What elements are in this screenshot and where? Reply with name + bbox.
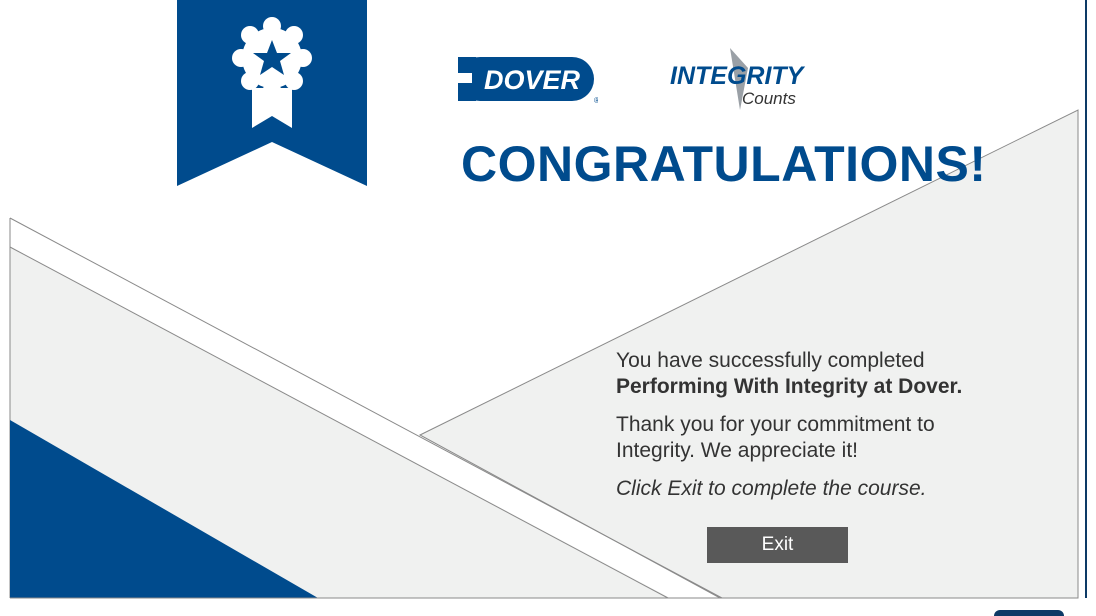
- integrity-counts-logo: INTEGRITY Counts: [670, 48, 806, 110]
- bottom-edge-tab: [994, 610, 1064, 616]
- svg-text:Counts: Counts: [742, 89, 796, 108]
- completion-screen: DOVER ® INTEGRITY Counts CONGRATULATIONS…: [0, 0, 1096, 616]
- completion-message: You have successfully completed Performi…: [616, 348, 1036, 502]
- thanks-line-2: Integrity. We appreciate it!: [616, 439, 859, 462]
- right-border: [1085, 0, 1087, 598]
- svg-text:INTEGRITY: INTEGRITY: [670, 62, 806, 90]
- exit-instruction: Click Exit to complete the course.: [616, 477, 927, 500]
- completed-text: You have successfully completed: [616, 349, 925, 372]
- dover-logo: DOVER ®: [458, 57, 598, 105]
- svg-text:®: ®: [594, 96, 598, 105]
- exit-button[interactable]: Exit: [707, 527, 848, 563]
- course-name: Performing With Integrity at Dover.: [616, 375, 963, 398]
- congratulations-heading: CONGRATULATIONS!: [461, 136, 987, 192]
- award-banner: [177, 0, 367, 186]
- message-paragraph-1: You have successfully completed Performi…: [616, 348, 1036, 400]
- svg-text:DOVER: DOVER: [484, 65, 581, 95]
- message-paragraph-2: Thank you for your commitment to Integri…: [616, 412, 1036, 464]
- thanks-line-1: Thank you for your commitment to: [616, 413, 935, 436]
